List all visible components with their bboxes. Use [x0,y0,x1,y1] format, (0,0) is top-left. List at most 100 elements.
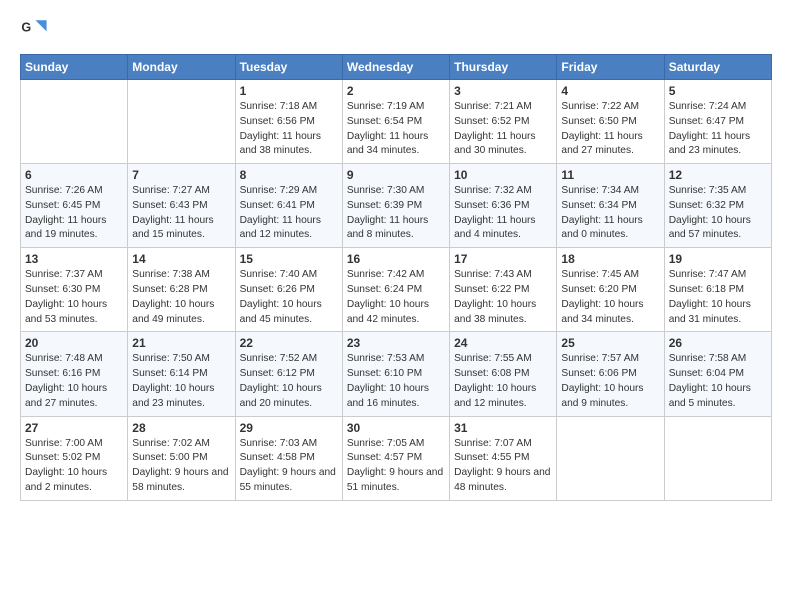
day-number: 27 [25,421,123,435]
logo: G [20,16,52,44]
day-number: 5 [669,84,767,98]
calendar-cell: 7 Sunrise: 7:27 AM Sunset: 6:43 PM Daylig… [128,164,235,248]
day-info: Sunrise: 7:35 AM Sunset: 6:32 PM Dayligh… [669,184,767,243]
day-info: Sunrise: 7:27 AM Sunset: 6:43 PM Dayligh… [132,184,230,243]
calendar-cell: 31 Sunrise: 7:07 AM Sunset: 4:55 PM Dayli… [450,416,557,500]
day-info: Sunrise: 7:38 AM Sunset: 6:28 PM Dayligh… [132,268,230,327]
day-info: Sunrise: 7:05 AM Sunset: 4:57 PM Dayligh… [347,437,445,496]
day-number: 22 [240,336,338,350]
day-number: 18 [561,252,659,266]
page: G SundayMondayTuesdayWednesdayThursdayFr… [0,0,792,517]
day-info: Sunrise: 7:53 AM Sunset: 6:10 PM Dayligh… [347,352,445,411]
weekday-header: Saturday [664,55,771,80]
day-info: Sunrise: 7:48 AM Sunset: 6:16 PM Dayligh… [25,352,123,411]
day-number: 25 [561,336,659,350]
calendar-week-row: 27Sunrise: 7:00 AM Sunset: 5:02 PM Dayli… [21,416,772,500]
calendar-cell: 24Sunrise: 7:55 AM Sunset: 6:08 PM Dayli… [450,332,557,416]
weekday-header: Friday [557,55,664,80]
calendar-cell: 22 Sunrise: 7:52 AM Sunset: 6:12 PM Dayli… [235,332,342,416]
calendar-cell: 11 Sunrise: 7:34 AM Sunset: 6:34 PM Dayli… [557,164,664,248]
day-number: 14 [132,252,230,266]
day-number: 9 [347,168,445,182]
day-number: 15 [240,252,338,266]
day-number: 19 [669,252,767,266]
calendar-cell: 6Sunrise: 7:26 AM Sunset: 6:45 PM Daylig… [21,164,128,248]
day-number: 11 [561,168,659,182]
day-info: Sunrise: 7:21 AM Sunset: 6:52 PM Dayligh… [454,100,552,159]
calendar-cell: 9Sunrise: 7:30 AM Sunset: 6:39 PM Daylig… [342,164,449,248]
day-number: 31 [454,421,552,435]
calendar-cell: 29 Sunrise: 7:03 AM Sunset: 4:58 PM Dayli… [235,416,342,500]
day-info: Sunrise: 7:57 AM Sunset: 6:06 PM Dayligh… [561,352,659,411]
day-number: 13 [25,252,123,266]
day-info: Sunrise: 7:47 AM Sunset: 6:18 PM Dayligh… [669,268,767,327]
day-info: Sunrise: 7:24 AM Sunset: 6:47 PM Dayligh… [669,100,767,159]
day-number: 20 [25,336,123,350]
calendar-week-row: 6Sunrise: 7:26 AM Sunset: 6:45 PM Daylig… [21,164,772,248]
day-number: 29 [240,421,338,435]
calendar-cell: 5 Sunrise: 7:24 AM Sunset: 6:47 PM Daylig… [664,80,771,164]
day-info: Sunrise: 7:52 AM Sunset: 6:12 PM Dayligh… [240,352,338,411]
calendar-cell: 27Sunrise: 7:00 AM Sunset: 5:02 PM Dayli… [21,416,128,500]
day-info: Sunrise: 7:02 AM Sunset: 5:00 PM Dayligh… [132,437,230,496]
weekday-header: Wednesday [342,55,449,80]
calendar-cell [664,416,771,500]
day-number: 21 [132,336,230,350]
day-number: 26 [669,336,767,350]
day-number: 23 [347,336,445,350]
calendar-week-row: 13 Sunrise: 7:37 AM Sunset: 6:30 PM Dayli… [21,248,772,332]
calendar-cell: 26 Sunrise: 7:58 AM Sunset: 6:04 PM Dayli… [664,332,771,416]
day-info: Sunrise: 7:32 AM Sunset: 6:36 PM Dayligh… [454,184,552,243]
calendar-cell: 17 Sunrise: 7:43 AM Sunset: 6:22 PM Dayli… [450,248,557,332]
day-number: 7 [132,168,230,182]
day-info: Sunrise: 7:37 AM Sunset: 6:30 PM Dayligh… [25,268,123,327]
calendar-cell: 1Sunrise: 7:18 AM Sunset: 6:56 PM Daylig… [235,80,342,164]
day-info: Sunrise: 7:42 AM Sunset: 6:24 PM Dayligh… [347,268,445,327]
calendar-cell: 25 Sunrise: 7:57 AM Sunset: 6:06 PM Dayli… [557,332,664,416]
day-info: Sunrise: 7:29 AM Sunset: 6:41 PM Dayligh… [240,184,338,243]
calendar-cell: 16 Sunrise: 7:42 AM Sunset: 6:24 PM Dayli… [342,248,449,332]
calendar-cell: 2 Sunrise: 7:19 AM Sunset: 6:54 PM Daylig… [342,80,449,164]
day-number: 3 [454,84,552,98]
calendar-cell: 20 Sunrise: 7:48 AM Sunset: 6:16 PM Dayli… [21,332,128,416]
day-info: Sunrise: 7:40 AM Sunset: 6:26 PM Dayligh… [240,268,338,327]
day-info: Sunrise: 7:03 AM Sunset: 4:58 PM Dayligh… [240,437,338,496]
weekday-header: Thursday [450,55,557,80]
day-number: 12 [669,168,767,182]
day-number: 2 [347,84,445,98]
day-number: 17 [454,252,552,266]
calendar-cell: 3 Sunrise: 7:21 AM Sunset: 6:52 PM Daylig… [450,80,557,164]
calendar-cell: 30 Sunrise: 7:05 AM Sunset: 4:57 PM Dayli… [342,416,449,500]
day-info: Sunrise: 7:50 AM Sunset: 6:14 PM Dayligh… [132,352,230,411]
weekday-header: Sunday [21,55,128,80]
calendar-cell [557,416,664,500]
day-info: Sunrise: 7:45 AM Sunset: 6:20 PM Dayligh… [561,268,659,327]
day-info: Sunrise: 7:07 AM Sunset: 4:55 PM Dayligh… [454,437,552,496]
day-number: 4 [561,84,659,98]
calendar-cell [128,80,235,164]
calendar-cell: 10 Sunrise: 7:32 AM Sunset: 6:36 PM Dayli… [450,164,557,248]
day-info: Sunrise: 7:43 AM Sunset: 6:22 PM Dayligh… [454,268,552,327]
svg-text:G: G [21,20,31,34]
calendar-cell: 15 Sunrise: 7:40 AM Sunset: 6:26 PM Dayli… [235,248,342,332]
weekday-header: Monday [128,55,235,80]
day-number: 28 [132,421,230,435]
calendar-cell: 13 Sunrise: 7:37 AM Sunset: 6:30 PM Dayli… [21,248,128,332]
day-info: Sunrise: 7:26 AM Sunset: 6:45 PM Dayligh… [25,184,123,243]
calendar-cell: 14 Sunrise: 7:38 AM Sunset: 6:28 PM Dayli… [128,248,235,332]
day-number: 10 [454,168,552,182]
day-info: Sunrise: 7:19 AM Sunset: 6:54 PM Dayligh… [347,100,445,159]
calendar-cell [21,80,128,164]
calendar-week-row: 20 Sunrise: 7:48 AM Sunset: 6:16 PM Dayli… [21,332,772,416]
day-info: Sunrise: 7:34 AM Sunset: 6:34 PM Dayligh… [561,184,659,243]
weekday-header-row: SundayMondayTuesdayWednesdayThursdayFrid… [21,55,772,80]
calendar-cell: 21 Sunrise: 7:50 AM Sunset: 6:14 PM Dayli… [128,332,235,416]
header: G [20,16,772,44]
day-number: 30 [347,421,445,435]
day-info: Sunrise: 7:58 AM Sunset: 6:04 PM Dayligh… [669,352,767,411]
day-number: 16 [347,252,445,266]
calendar-cell: 12 Sunrise: 7:35 AM Sunset: 6:32 PM Dayli… [664,164,771,248]
day-number: 24 [454,336,552,350]
calendar-cell: 28 Sunrise: 7:02 AM Sunset: 5:00 PM Dayli… [128,416,235,500]
day-number: 8 [240,168,338,182]
